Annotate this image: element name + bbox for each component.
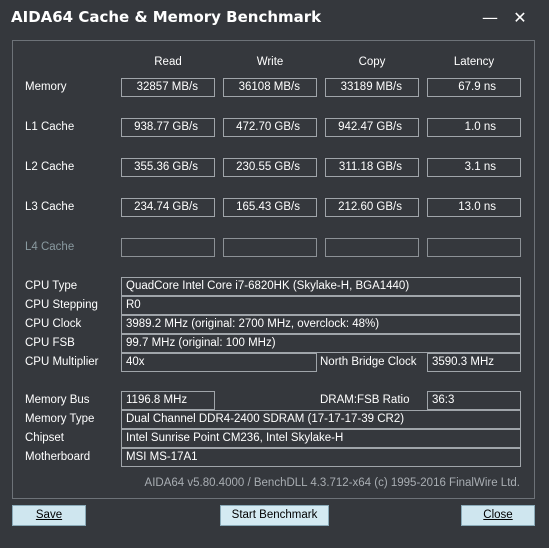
l4-read-value [121,238,215,257]
dram-fsb-ratio-label: DRAM:FSB Ratio [320,394,410,406]
l2-copy-value: 311.18 GB/s [325,158,419,177]
l3-latency-value: 13.0 ns [427,198,521,217]
l1-copy-value: 942.47 GB/s [325,118,419,137]
cpu-clock-label: CPU Clock [25,318,82,330]
l3-copy-value: 212.60 GB/s [325,198,419,217]
cpu-type-label: CPU Type [25,280,78,292]
memory-bus-value: 1196.8 MHz [121,391,215,410]
title-bar[interactable]: AIDA64 Cache & Memory Benchmark — ✕ [0,0,549,36]
start-benchmark-button[interactable]: Start Benchmark [220,505,329,526]
benchmark-window: AIDA64 Cache & Memory Benchmark — ✕ Read… [0,0,549,548]
row-label-l3-cache: L3 Cache [25,201,75,213]
save-button-label: Save [35,509,63,521]
memory-bus-label: Memory Bus [25,394,90,406]
chipset-value: Intel Sunrise Point CM236, Intel Skylake… [121,429,521,448]
cpu-multiplier-label: CPU Multiplier [25,356,99,368]
version-footer: AIDA64 v5.80.4000 / BenchDLL 4.3.712-x64… [144,477,520,489]
l4-latency-value [427,238,521,257]
memory-type-label: Memory Type [25,413,95,425]
l1-read-value: 938.77 GB/s [121,118,215,137]
l1-write-value: 472.70 GB/s [223,118,317,137]
north-bridge-clock-value: 3590.3 MHz [427,353,521,372]
column-header-read: Read [154,56,182,68]
row-label-l1-cache: L1 Cache [25,121,75,133]
close-window-button[interactable]: ✕ [508,8,532,27]
row-label-memory: Memory [25,81,67,93]
cpu-fsb-label: CPU FSB [25,337,75,349]
memory-copy-value: 33189 MB/s [325,78,419,97]
column-header-latency: Latency [453,56,495,68]
column-header-write: Write [256,56,284,68]
dram-fsb-ratio-value: 36:3 [427,391,521,410]
cpu-type-value: QuadCore Intel Core i7-6820HK (Skylake-H… [121,277,521,296]
row-label-l2-cache: L2 Cache [25,161,75,173]
close-button[interactable]: Close [461,505,535,526]
motherboard-value: MSI MS-17A1 [121,448,521,467]
memory-type-value: Dual Channel DDR4-2400 SDRAM (17-17-17-3… [121,410,521,429]
cpu-multiplier-value: 40x [121,353,317,372]
l1-latency-value: 1.0 ns [427,118,521,137]
window-title: AIDA64 Cache & Memory Benchmark [11,8,322,26]
l2-read-value: 355.36 GB/s [121,158,215,177]
minimize-button[interactable]: — [478,8,502,27]
north-bridge-clock-label: North Bridge Clock [320,356,417,368]
cpu-clock-value: 3989.2 MHz (original: 2700 MHz, overcloc… [121,315,521,334]
chipset-label: Chipset [25,432,64,444]
memory-latency-value: 67.9 ns [427,78,521,97]
motherboard-label: Motherboard [25,451,91,463]
l4-copy-value [325,238,419,257]
cpu-stepping-value: R0 [121,296,521,315]
l2-write-value: 230.55 GB/s [223,158,317,177]
l3-write-value: 165.43 GB/s [223,198,317,217]
row-label-l4-cache: L4 Cache [25,241,75,253]
cpu-fsb-value: 99.7 MHz (original: 100 MHz) [121,334,521,353]
close-button-label: Close [483,509,513,521]
cpu-stepping-label: CPU Stepping [25,299,98,311]
l3-read-value: 234.74 GB/s [121,198,215,217]
column-header-copy: Copy [358,56,386,68]
l4-write-value [223,238,317,257]
memory-read-value: 32857 MB/s [121,78,215,97]
l2-latency-value: 3.1 ns [427,158,521,177]
memory-write-value: 36108 MB/s [223,78,317,97]
save-button[interactable]: Save [12,505,86,526]
